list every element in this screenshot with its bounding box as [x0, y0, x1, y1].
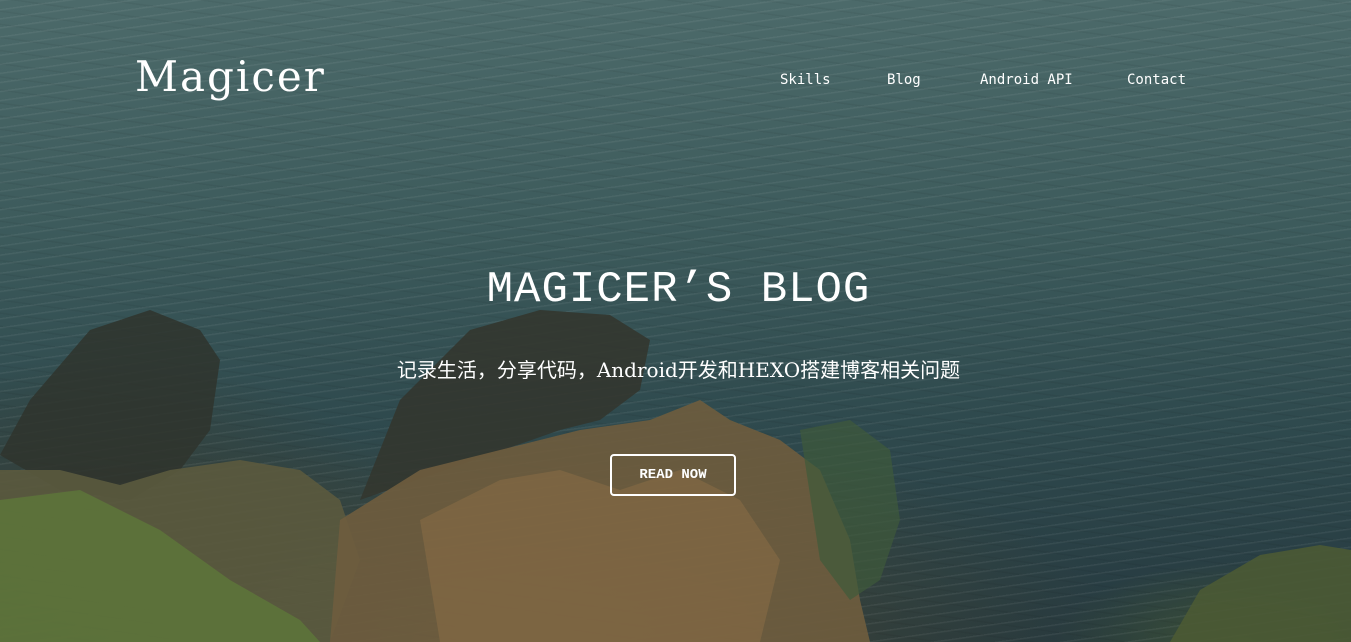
nav-link-contact[interactable]: Contact [1127, 72, 1186, 88]
nav-link-blog[interactable]: Blog [887, 72, 921, 88]
hero-subtitle: 记录生活，分享代码，Android开发和HEXO搭建博客相关问题 [396, 358, 961, 382]
hero-title: MAGICER’S BLOG [486, 265, 871, 315]
read-now-button[interactable]: READ NOW [610, 454, 736, 496]
nav-link-skills[interactable]: Skills [780, 72, 831, 88]
site-logo[interactable]: Magicer [135, 52, 326, 101]
nav-link-android-api[interactable]: Android API [980, 72, 1073, 88]
hero-section: Magicer Skills Blog Android API Contact … [0, 0, 1351, 642]
